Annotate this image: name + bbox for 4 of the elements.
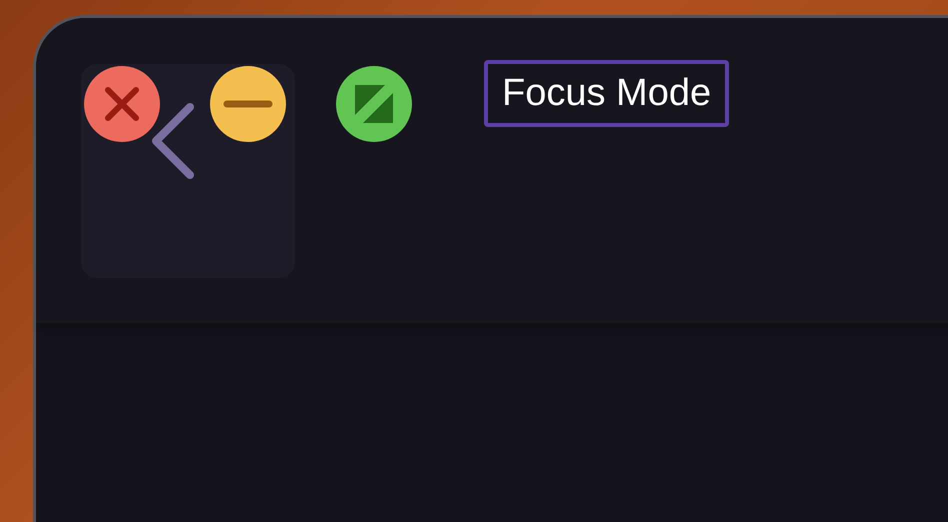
close-icon [104, 86, 140, 122]
fullscreen-icon [355, 85, 393, 123]
window-title: Focus Mode [484, 60, 730, 127]
minus-icon [223, 100, 273, 108]
